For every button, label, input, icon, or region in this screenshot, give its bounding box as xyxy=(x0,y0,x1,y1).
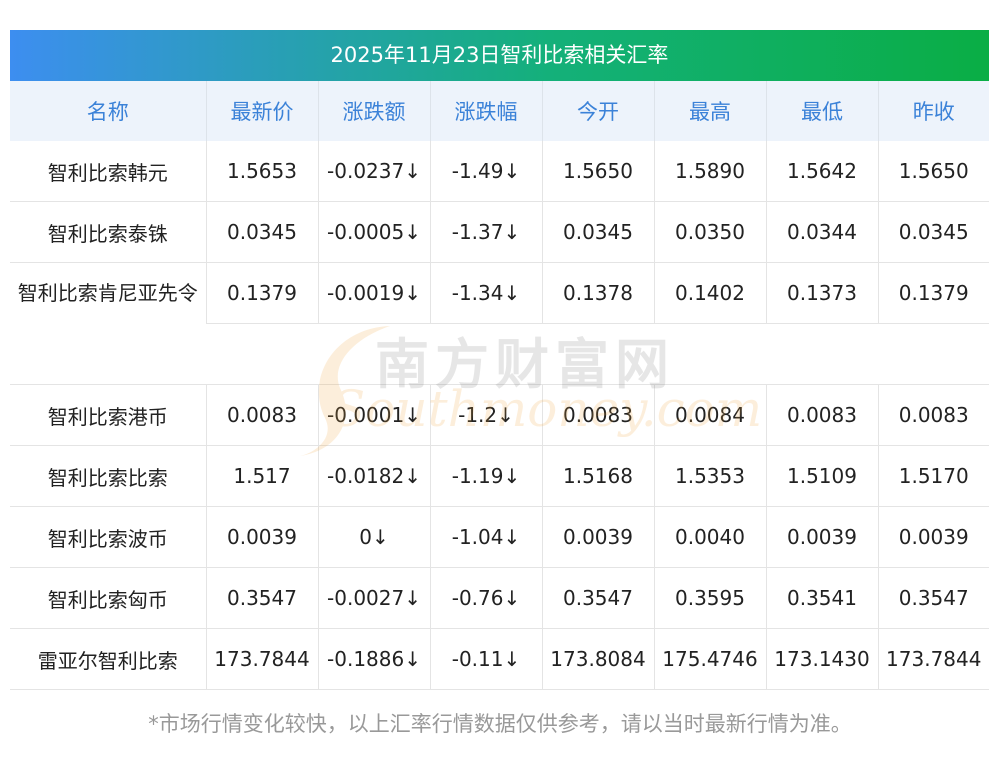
table-row: 智利比索港币 0.0083 -0.0001↓ -1.2↓ 0.0083 0.00… xyxy=(10,384,989,446)
row-change-pct: -1.34↓ xyxy=(429,262,542,324)
row-high: 175.4746 xyxy=(653,628,766,690)
header-change: 涨跌额 xyxy=(317,81,430,141)
table-row: 智利比索波币 0.0039 0↓ -1.04↓ 0.0039 0.0040 0.… xyxy=(10,506,989,568)
table-row: 智利比索泰铢 0.0345 -0.0005↓ -1.37↓ 0.0345 0.0… xyxy=(10,201,989,263)
row-high: 0.0040 xyxy=(653,506,766,568)
table-row: 智利比索韩元 1.5653 -0.0237↓ -1.49↓ 1.5650 1.5… xyxy=(10,141,989,202)
header-prev-close: 昨收 xyxy=(877,81,989,141)
table-row: 雷亚尔智利比索 173.7844 -0.1886↓ -0.11↓ 173.808… xyxy=(10,628,989,690)
row-low: 1.5642 xyxy=(765,141,878,202)
row-spacer-cell xyxy=(206,323,989,385)
row-name: 智利比索波币 xyxy=(10,506,206,568)
row-name: 智利比索港币 xyxy=(10,384,206,446)
table-row: 智利比索比索 1.517 -0.0182↓ -1.19↓ 1.5168 1.53… xyxy=(10,445,989,507)
row-low: 0.0039 xyxy=(765,506,878,568)
header-low: 最低 xyxy=(765,81,878,141)
row-change-pct: -1.04↓ xyxy=(429,506,542,568)
row-high: 0.0350 xyxy=(653,201,766,263)
row-open: 1.5650 xyxy=(541,141,654,202)
row-latest: 1.5653 xyxy=(205,141,318,202)
row-name: 智利比索比索 xyxy=(10,445,206,507)
row-prev-close: 0.1379 xyxy=(877,262,989,324)
row-latest: 173.7844 xyxy=(205,628,318,690)
row-prev-close: 0.0083 xyxy=(877,384,989,446)
row-latest: 0.0039 xyxy=(205,506,318,568)
row-open: 0.1378 xyxy=(541,262,654,324)
row-name: 智利比索韩元 xyxy=(10,141,206,202)
row-change: 0↓ xyxy=(317,506,430,568)
header-open: 今开 xyxy=(541,81,654,141)
row-change-pct: -1.37↓ xyxy=(429,201,542,263)
row-name: 雷亚尔智利比索 xyxy=(10,628,206,690)
row-low: 0.0083 xyxy=(765,384,878,446)
row-low: 0.1373 xyxy=(765,262,878,324)
row-name: 智利比索泰铢 xyxy=(10,201,206,263)
row-latest: 0.1379 xyxy=(205,262,318,324)
row-change: -0.0019↓ xyxy=(317,262,430,324)
row-prev-close: 1.5650 xyxy=(877,141,989,202)
row-latest: 1.517 xyxy=(205,445,318,507)
row-change-pct: -1.2↓ xyxy=(429,384,542,446)
row-open: 0.0345 xyxy=(541,201,654,263)
row-high: 0.0084 xyxy=(653,384,766,446)
row-open: 0.3547 xyxy=(541,567,654,629)
row-prev-close: 1.5170 xyxy=(877,445,989,507)
row-latest: 0.0083 xyxy=(205,384,318,446)
header-latest: 最新价 xyxy=(205,81,318,141)
row-open: 0.0083 xyxy=(541,384,654,446)
row-low: 1.5109 xyxy=(765,445,878,507)
row-change-pct: -1.19↓ xyxy=(429,445,542,507)
row-change: -0.0027↓ xyxy=(317,567,430,629)
row-low: 173.1430 xyxy=(765,628,878,690)
row-high: 1.5890 xyxy=(653,141,766,202)
row-prev-close: 0.0039 xyxy=(877,506,989,568)
header-high: 最高 xyxy=(653,81,766,141)
disclaimer-footer: *市场行情变化较快，以上汇率行情数据仅供参考，请以当时最新行情为准。 xyxy=(148,712,852,736)
row-prev-close: 173.7844 xyxy=(877,628,989,690)
row-high: 0.3595 xyxy=(653,567,766,629)
row-open: 1.5168 xyxy=(541,445,654,507)
row-change-pct: -1.49↓ xyxy=(429,141,542,202)
row-change: -0.0182↓ xyxy=(317,445,430,507)
table-header-row: 名称 最新价 涨跌额 涨跌幅 今开 最高 最低 昨收 xyxy=(10,81,989,141)
row-change: -0.0001↓ xyxy=(317,384,430,446)
table-row: 智利比索匈币 0.3547 -0.0027↓ -0.76↓ 0.3547 0.3… xyxy=(10,567,989,629)
row-low: 0.0344 xyxy=(765,201,878,263)
row-open: 173.8084 xyxy=(541,628,654,690)
row-prev-close: 0.3547 xyxy=(877,567,989,629)
row-change: -0.1886↓ xyxy=(317,628,430,690)
row-open: 0.0039 xyxy=(541,506,654,568)
row-high: 0.1402 xyxy=(653,262,766,324)
page-title: 2025年11月23日智利比索相关汇率 xyxy=(10,30,989,81)
exchange-rate-table: 名称 最新价 涨跌额 涨跌幅 今开 最高 最低 昨收 智利比索韩元 1.5653… xyxy=(10,81,989,690)
row-change: -0.0005↓ xyxy=(317,201,430,263)
row-prev-close: 0.0345 xyxy=(877,201,989,263)
row-name: 智利比索肯尼亚先令 xyxy=(10,262,206,385)
row-name: 智利比索匈币 xyxy=(10,567,206,629)
row-change: -0.0237↓ xyxy=(317,141,430,202)
row-change-pct: -0.11↓ xyxy=(429,628,542,690)
row-low: 0.3541 xyxy=(765,567,878,629)
table-row: 智利比索肯尼亚先令 0.1379 -0.0019↓ -1.34↓ 0.1378 … xyxy=(10,262,989,385)
header-change-pct: 涨跌幅 xyxy=(429,81,542,141)
row-high: 1.5353 xyxy=(653,445,766,507)
row-change-pct: -0.76↓ xyxy=(429,567,542,629)
row-latest: 0.3547 xyxy=(205,567,318,629)
header-name: 名称 xyxy=(10,81,206,141)
row-latest: 0.0345 xyxy=(205,201,318,263)
